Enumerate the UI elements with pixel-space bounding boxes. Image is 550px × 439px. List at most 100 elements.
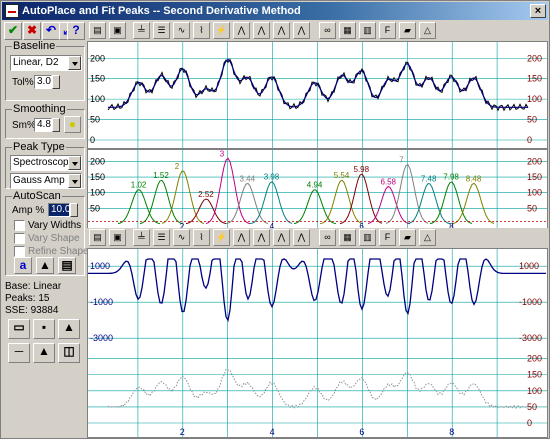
y-tick-label-right: 100 <box>527 94 542 104</box>
bottom-tick-label: 200 <box>527 354 542 364</box>
palette-icon[interactable]: ▰ <box>399 229 416 246</box>
font-icon[interactable]: F <box>379 22 396 39</box>
x-tick-label: 8 <box>449 427 454 437</box>
amp-stepper[interactable] <box>70 203 78 217</box>
table-icon[interactable]: ☰ <box>153 229 170 246</box>
sm-label: Sm% <box>12 120 36 131</box>
image-icon[interactable]: ▣ <box>109 229 126 246</box>
lower-plot[interactable]: 1000 1000 -1000 -1000 -3000 -3000 200 150 100 50 0… <box>87 248 548 438</box>
tol-stepper[interactable] <box>52 75 60 89</box>
peak-icon[interactable]: ▲ <box>33 343 55 363</box>
peaks-plot[interactable]: 200 200 150 150 100 100 50 50 1.02 1.52 2 2.52 3 3.44… <box>87 149 548 231</box>
peak-function-select[interactable]: Gauss Amp <box>10 173 82 189</box>
export-icon[interactable]: ▲ <box>58 319 80 339</box>
font-icon[interactable]: F <box>379 229 396 246</box>
baseline-icon[interactable]: ╧ <box>133 22 150 39</box>
lightbulb-icon[interactable]: ● <box>64 116 81 133</box>
deriv-tick-label-right: 1000 <box>519 261 539 271</box>
view-icon[interactable]: ─ <box>8 343 30 363</box>
baseline-type-select[interactable]: Linear, D2 <box>10 55 82 71</box>
chevron-down-icon[interactable] <box>68 174 81 188</box>
wave-icon[interactable]: ∿ <box>173 229 190 246</box>
peak-curve <box>117 189 161 225</box>
peaks4-icon[interactable]: ⋀ <box>293 22 310 39</box>
sm-stepper[interactable] <box>52 118 60 132</box>
peak-label: 5.54 <box>334 171 350 180</box>
graph-icon[interactable]: ◫ <box>58 343 80 363</box>
grid-icon[interactable]: ▦ <box>339 22 356 39</box>
image-icon[interactable]: ▣ <box>109 22 126 39</box>
vary-widths-label: Vary Widths <box>28 220 82 231</box>
top-plot[interactable]: 200 200 150 150 100 100 50 50 0 0 <box>87 41 548 149</box>
y-tick-label-right: 150 <box>527 172 542 182</box>
smoothing-group: Smoothing Sm% 4.8 ● <box>5 103 85 139</box>
y-tick-label: 0 <box>90 135 95 145</box>
residual-curve <box>107 368 529 409</box>
bars-icon[interactable]: ▥ <box>359 22 376 39</box>
close-icon[interactable]: ✖ <box>23 22 41 40</box>
peak-label: 3.44 <box>239 174 255 183</box>
auto-a-icon[interactable]: a <box>14 257 32 274</box>
refine-shape-checkbox[interactable] <box>14 246 25 257</box>
peak-curve <box>225 182 269 225</box>
undo-icon[interactable]: ↶ <box>42 22 60 40</box>
status-sse: SSE: 93884 <box>5 305 59 316</box>
triangle-icon[interactable]: △ <box>419 229 436 246</box>
peak-category-select[interactable]: Spectroscopy <box>10 155 82 171</box>
sm-input[interactable]: 4.8 <box>34 118 52 132</box>
peak-curve <box>367 185 411 225</box>
vary-widths-checkbox[interactable] <box>14 220 25 231</box>
save-icon[interactable]: ▪ <box>33 319 55 339</box>
baseline-type-value: Linear, D2 <box>13 57 59 68</box>
x-tick-label: 4 <box>270 427 275 437</box>
y-tick-label-right: 150 <box>527 74 542 84</box>
bars-icon[interactable]: ▥ <box>359 229 376 246</box>
pulse-icon[interactable]: ⌇ <box>193 229 210 246</box>
peaks4-icon[interactable]: ⋀ <box>293 229 310 246</box>
grid-icon[interactable]: ▦ <box>339 229 356 246</box>
spark-icon[interactable]: ⚡ <box>213 22 230 39</box>
amp-label: Amp % <box>12 205 45 216</box>
baseline-icon[interactable]: ╧ <box>133 229 150 246</box>
peak-label: 1.52 <box>153 171 169 180</box>
print-icon[interactable]: ▤ <box>89 22 106 39</box>
peaks3-icon[interactable]: ⋀ <box>273 229 290 246</box>
print-icon[interactable]: ▤ <box>89 229 106 246</box>
triangle-icon[interactable]: △ <box>419 22 436 39</box>
y-tick-label: 200 <box>90 53 105 63</box>
tol-label: Tol% <box>12 77 34 88</box>
palette-icon[interactable]: ▰ <box>399 22 416 39</box>
check-icon[interactable]: ✔ <box>4 22 22 40</box>
peak-label: 6.58 <box>380 177 396 186</box>
close-window-button[interactable]: × <box>530 4 546 18</box>
tol-input[interactable]: 3.0 <box>34 75 52 89</box>
peak-curve <box>293 189 337 225</box>
pulse-icon[interactable]: ⌇ <box>193 22 210 39</box>
deriv-tick-label-right: -3000 <box>519 333 542 343</box>
y-tick-label-right: 50 <box>527 203 537 213</box>
peaks1-icon[interactable]: ⋀ <box>233 229 250 246</box>
peaks1-icon[interactable]: ⋀ <box>233 22 250 39</box>
amp-input[interactable]: 10.00 <box>48 203 76 217</box>
peaks2-icon[interactable]: ⋀ <box>253 22 270 39</box>
chevron-down-icon[interactable] <box>68 56 81 70</box>
help-icon[interactable]: ? <box>67 22 85 40</box>
vary-shape-checkbox[interactable] <box>14 233 25 244</box>
open-folder-icon[interactable]: ▭ <box>8 319 30 339</box>
lower-toolbar: ▤ ▣ ╧ ☰ ∿ ⌇ ⚡ ⋀ ⋀ ⋀ ⋀ ∞ ▦ ▥ F ▰ △ <box>87 228 548 248</box>
autoscan-group: AutoScan Amp % 10.00 Vary Widths Vary Sh… <box>5 190 89 276</box>
binoculars-icon[interactable]: ∞ <box>319 22 336 39</box>
peak-label: 3.98 <box>264 173 280 182</box>
peak-label: 4.94 <box>307 181 323 190</box>
page-icon[interactable]: ▤ <box>58 257 76 274</box>
table-icon[interactable]: ☰ <box>153 22 170 39</box>
binoculars-icon[interactable]: ∞ <box>319 229 336 246</box>
scan-icon[interactable]: ▲ <box>36 257 54 274</box>
chevron-down-icon[interactable] <box>68 156 81 170</box>
spark-icon[interactable]: ⚡ <box>213 229 230 246</box>
smoothing-label: Smoothing <box>12 103 67 115</box>
peaks2-icon[interactable]: ⋀ <box>253 229 270 246</box>
top-toolbar: ▤ ▣ ╧ ☰ ∿ ⌇ ⚡ ⋀ ⋀ ⋀ ⋀ ∞ ▦ ▥ F ▰ △ <box>87 21 548 41</box>
peaks3-icon[interactable]: ⋀ <box>273 22 290 39</box>
wave-icon[interactable]: ∿ <box>173 22 190 39</box>
